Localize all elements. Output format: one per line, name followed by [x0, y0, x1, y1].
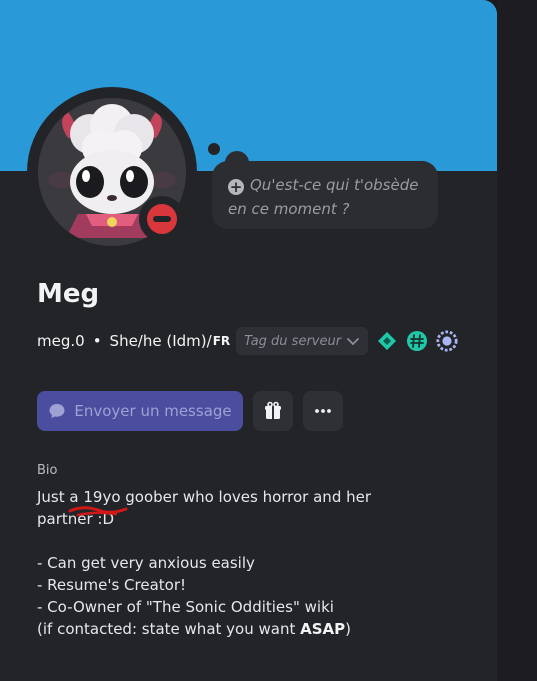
bio-line: (if contacted: state what you want ASAP) — [37, 618, 477, 640]
note-placeholder-line2: en ce moment ? — [228, 200, 350, 218]
note-placeholder-line1: Qu'est-ce qui t'obsède — [250, 176, 419, 194]
chevron-down-icon — [346, 334, 360, 348]
hashtag-badge-icon[interactable] — [406, 330, 428, 352]
profile-meta-row: meg.0 • She/he (Idm)/FR Tag du serveur — [37, 326, 458, 356]
server-tag-placeholder: Tag du serveur — [244, 333, 342, 349]
profile-card: + Qu'est-ce qui t'obsède en ce moment ? M… — [0, 0, 497, 681]
bio-line: - Resume's Creator! — [37, 576, 186, 594]
profile-popout-page: + Qu'est-ce qui t'obsède en ce moment ? M… — [0, 0, 537, 681]
bio-line: - Can get very anxious easily — [37, 554, 255, 572]
dnd-status-icon — [147, 204, 177, 234]
red-scribble-annotation — [68, 506, 128, 517]
bio-line: - Co-Owner of "The Sonic Oddities" wiki — [37, 598, 334, 616]
bio-spacer — [37, 530, 477, 552]
username[interactable]: meg.0 — [37, 332, 85, 350]
more-dots-icon — [315, 409, 331, 413]
nitro-diamond-icon[interactable] — [376, 330, 398, 352]
bio-line6-prefix: (if contacted: state what you want — [37, 620, 301, 638]
bio-line6-bold: ASAP — [300, 620, 346, 638]
more-options-button[interactable] — [303, 391, 343, 431]
gift-icon — [265, 401, 281, 419]
note-line-1: + Qu'est-ce qui t'obsède — [228, 173, 422, 197]
background-strip — [497, 0, 537, 681]
gift-button[interactable] — [253, 391, 293, 431]
bio-heading: Bio — [37, 463, 58, 478]
display-name: Meg — [37, 279, 100, 309]
pronouns: She/he (Idm)/ — [109, 332, 212, 350]
chat-bubble-icon — [49, 404, 65, 418]
pronouns-flag: FR — [212, 334, 231, 348]
plus-circle-icon: + — [228, 178, 244, 196]
note-bubble-dot-small — [208, 143, 220, 155]
bio-line6-suffix: ) — [345, 620, 351, 638]
profile-actions: Envoyer un message — [37, 391, 343, 431]
laurel-badge-icon[interactable] — [436, 330, 458, 352]
server-tag-select[interactable]: Tag du serveur — [236, 327, 369, 355]
send-message-button[interactable]: Envoyer un message — [37, 391, 243, 431]
meta-separator: • — [92, 332, 102, 350]
send-message-label: Envoyer un message — [74, 402, 232, 420]
custom-status-note[interactable]: + Qu'est-ce qui t'obsède en ce moment ? — [212, 161, 438, 229]
